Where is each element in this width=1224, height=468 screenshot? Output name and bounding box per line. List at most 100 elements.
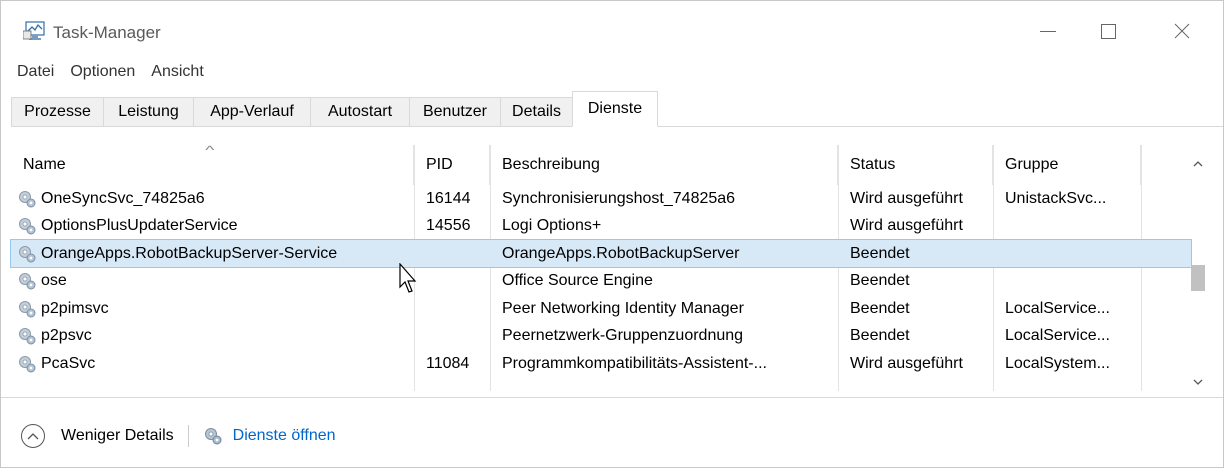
service-name: OptionsPlusUpdaterService (41, 217, 238, 234)
service-status-cell: Beendet (850, 240, 991, 267)
maximize-icon (1100, 23, 1116, 39)
service-status: Beendet (850, 244, 910, 262)
column-header-beschreibung-label: Beschreibung (502, 156, 600, 173)
service-name-cell: OptionsPlusUpdaterService (17, 213, 412, 240)
close-button[interactable] (1159, 11, 1205, 51)
column-header-gruppe[interactable]: Gruppe (993, 145, 1141, 185)
close-icon (1174, 23, 1190, 39)
gear-icon (19, 300, 36, 317)
table-row[interactable]: p2psvc Peernetzwerk-Gruppenzuordnung Beend… (11, 323, 1191, 350)
tab-app-verlauf[interactable]: App-Verlauf (193, 97, 311, 127)
mouse-cursor-icon (399, 263, 417, 293)
service-status: Beendet (850, 272, 910, 289)
service-name-cell: OneSyncSvc_74825a6 (17, 185, 412, 212)
column-header-beschreibung[interactable]: Beschreibung (490, 145, 838, 185)
table-row[interactable]: PcaSvc 11084 Programmkompatibilitäts-Assis… (11, 350, 1191, 377)
service-pid-cell (426, 268, 488, 295)
service-description-cell: Peernetzwerk-Gruppenzuordnung (502, 323, 836, 350)
table-row[interactable]: ose Office Source Engine Beendet (11, 268, 1191, 295)
service-group-cell: LocalService... (1005, 323, 1139, 350)
menu-item-datei[interactable]: Datei (9, 61, 62, 87)
service-pid-cell (426, 323, 488, 350)
service-pid-cell (426, 240, 488, 267)
column-header-status-label: Status (850, 156, 896, 173)
scrollbar-thumb[interactable] (1191, 265, 1205, 291)
menu-item-ansicht[interactable]: Ansicht (143, 61, 211, 87)
window-title: Task-Manager (53, 23, 161, 42)
footer: Weniger Details Dienste öffnen (21, 421, 336, 451)
service-group: UnistackSvc... (1005, 189, 1107, 207)
minimize-icon (1040, 30, 1056, 32)
service-pid: 11084 (426, 354, 470, 372)
service-pid-cell: 14556 (426, 213, 488, 240)
service-name-cell: ose (17, 268, 412, 295)
service-status: Wird ausgeführt (850, 354, 963, 372)
service-status: Beendet (850, 327, 910, 344)
service-pid-cell: 16144 (426, 185, 488, 212)
service-name-cell: PcaSvc (17, 350, 412, 377)
service-status-cell: Wird ausgeführt (850, 213, 991, 240)
service-group: LocalService... (1005, 299, 1110, 317)
table-row[interactable]: p2pimsvc Peer Networking Identity Manager… (11, 295, 1191, 322)
service-status: Wird ausgeführt (850, 217, 963, 234)
service-group-cell: LocalService... (1005, 295, 1139, 322)
column-header-pid[interactable]: PID (414, 145, 490, 185)
column-header-name[interactable]: Name ^ (11, 143, 414, 185)
gear-icon (204, 428, 222, 445)
open-services-link[interactable]: Dienste öffnen (233, 427, 336, 445)
service-name: OneSyncSvc_74825a6 (41, 189, 205, 207)
service-group-cell: LocalSystem... (1005, 350, 1139, 377)
chevron-up-icon (27, 433, 39, 440)
tab-prozesse[interactable]: Prozesse (11, 97, 104, 127)
service-description-cell: Synchronisierungshost_74825a6 (502, 185, 836, 212)
column-header-status[interactable]: Status (838, 145, 993, 185)
service-description-cell: Peer Networking Identity Manager (502, 295, 836, 322)
sort-ascending-icon: ^ (205, 143, 215, 157)
table-header: Name ^ PID Beschreibung Status Gruppe (11, 143, 1191, 185)
fewer-details-button[interactable] (21, 424, 45, 448)
vertical-scrollbar[interactable] (1187, 147, 1209, 391)
service-name: ose (41, 272, 67, 289)
service-description-cell: OrangeApps.RobotBackupServer (502, 240, 836, 267)
minimize-button[interactable] (1025, 11, 1071, 51)
tab-autostart[interactable]: Autostart (310, 97, 410, 127)
service-status-cell: Wird ausgeführt (850, 350, 991, 377)
scroll-up-button[interactable] (1187, 153, 1209, 175)
service-description: Synchronisierungshost_74825a6 (502, 189, 736, 207)
menu-item-optionen[interactable]: Optionen (62, 61, 143, 87)
gear-icon (19, 273, 36, 290)
column-header-pid-label: PID (426, 156, 453, 173)
tab-details[interactable]: Details (500, 97, 573, 127)
services-table: Name ^ PID Beschreibung Status Gruppe On… (10, 143, 1223, 391)
task-manager-window: Task-Manager Datei Optionen Ansicht Proz… (0, 0, 1224, 468)
service-group: LocalService... (1005, 327, 1110, 344)
service-pid-cell (426, 295, 488, 322)
service-group-cell (1005, 240, 1139, 267)
tab-strip: Prozesse Leistung App-Verlauf Autostart … (11, 91, 1223, 127)
maximize-button[interactable] (1085, 11, 1131, 51)
tab-leistung[interactable]: Leistung (103, 97, 194, 127)
title-bar[interactable]: Task-Manager (1, 1, 1223, 59)
service-description: OrangeApps.RobotBackupServer (502, 244, 740, 262)
service-status-cell: Wird ausgeführt (850, 185, 991, 212)
service-description: Office Source Engine (502, 272, 653, 289)
service-status-cell: Beendet (850, 323, 991, 350)
tab-dienste[interactable]: Dienste (572, 91, 658, 127)
column-header-gruppe-label: Gruppe (1005, 156, 1059, 173)
service-description-cell: Office Source Engine (502, 268, 836, 295)
service-name: PcaSvc (41, 354, 96, 372)
service-status: Beendet (850, 299, 910, 317)
service-name: p2psvc (41, 327, 92, 344)
table-row[interactable]: OrangeApps.RobotBackupServer-Service Oran… (10, 239, 1192, 268)
gear-icon (19, 218, 36, 235)
service-name-cell: p2psvc (17, 323, 412, 350)
table-row[interactable]: OptionsPlusUpdaterService 14556 Logi Optio… (11, 213, 1191, 240)
column-header-name-label: Name (23, 156, 66, 173)
table-row[interactable]: OneSyncSvc_74825a6 16144 Synchronisierungs… (11, 185, 1191, 212)
scroll-down-button[interactable] (1187, 371, 1209, 393)
chevron-up-icon (1193, 161, 1203, 167)
fewer-details-link[interactable]: Weniger Details (61, 427, 174, 445)
service-status-cell: Beendet (850, 268, 991, 295)
tab-benutzer[interactable]: Benutzer (409, 97, 501, 127)
footer-separator (187, 425, 189, 447)
